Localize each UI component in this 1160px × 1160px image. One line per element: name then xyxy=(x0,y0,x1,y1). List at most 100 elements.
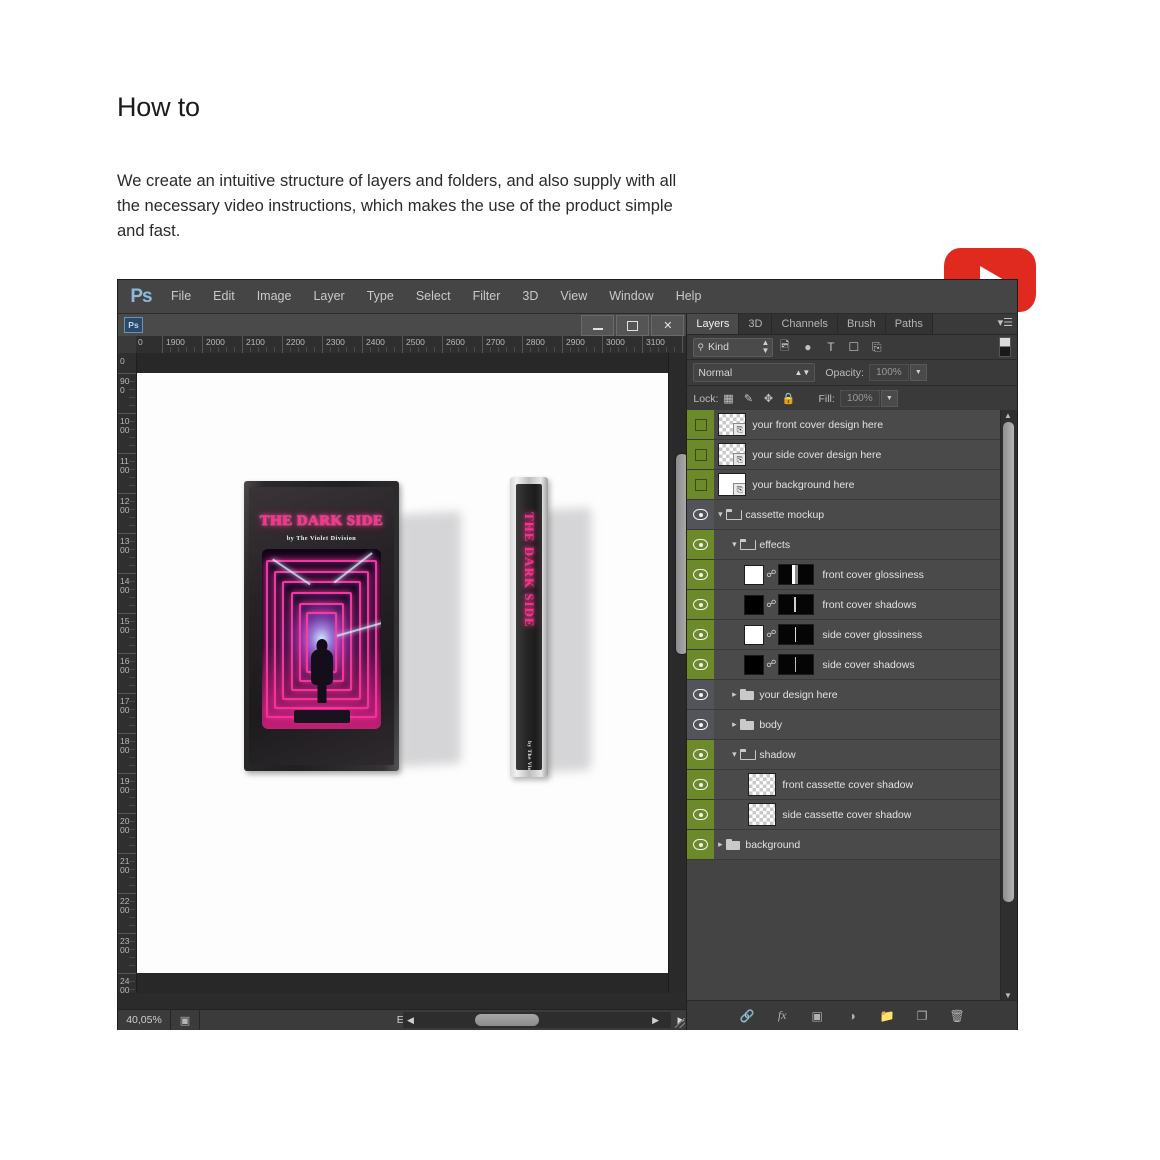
layer-row[interactable]: ☍ front cover glossiness xyxy=(687,560,1017,590)
hscroll-left-arrow[interactable]: ◀ xyxy=(407,1015,414,1026)
layer-mask-icon[interactable]: ▣ xyxy=(809,1009,825,1023)
smart-object-icon[interactable]: ⎘ xyxy=(865,337,888,357)
layer-visibility-eye-icon[interactable] xyxy=(687,770,715,799)
panel-scroll-thumb[interactable] xyxy=(1003,422,1014,902)
lock-position-icon[interactable]: ✥ xyxy=(758,392,778,405)
layer-visibility-eye-icon[interactable] xyxy=(687,530,715,559)
menu-item-window[interactable]: Window xyxy=(598,280,664,313)
layer-row[interactable]: ▸ body xyxy=(687,710,1017,740)
canvas-vertical-scrollbar[interactable] xyxy=(668,353,690,993)
layer-thumbnail[interactable]: ⎘ xyxy=(718,473,747,496)
tab-brush[interactable]: Brush xyxy=(837,314,886,334)
close-button[interactable]: ✕ xyxy=(651,315,685,336)
layer-thumbnail[interactable] xyxy=(748,773,777,796)
adjustment-layer-icon[interactable]: ◑ xyxy=(844,1009,860,1023)
fill-dropdown-icon[interactable]: ▼ xyxy=(880,390,898,407)
type-layer-icon[interactable]: T xyxy=(819,337,842,357)
tab-3d[interactable]: 3D xyxy=(739,314,773,334)
layer-row[interactable]: ▸ your design here xyxy=(687,680,1017,710)
layer-row[interactable]: side cassette cover shadow xyxy=(687,800,1017,830)
layer-visibility-eye-icon[interactable] xyxy=(687,500,715,529)
layer-row[interactable]: ▾ shadow xyxy=(687,740,1017,770)
mask-link-icon[interactable]: ☍ xyxy=(764,599,778,610)
opacity-value[interactable]: 100% xyxy=(868,364,909,381)
horizontal-ruler[interactable]: 0 1900 2000 2100 2200 2300 2400 2500 260… xyxy=(118,336,687,354)
blend-mode-select[interactable]: Normal ▲▼ xyxy=(693,363,816,382)
layer-row[interactable]: ▾ effects xyxy=(687,530,1017,560)
chevron-down-icon[interactable]: ▾ xyxy=(714,509,726,520)
shape-layer-icon[interactable]: ☐ xyxy=(842,337,865,357)
menu-item-image[interactable]: Image xyxy=(246,280,303,313)
layer-thumbnail[interactable]: ⎘ xyxy=(718,443,747,466)
layer-row[interactable]: front cassette cover shadow xyxy=(687,770,1017,800)
layer-visibility-eye-icon[interactable] xyxy=(687,740,715,769)
tab-layers[interactable]: Layers xyxy=(687,314,740,334)
chevron-right-icon[interactable]: ▸ xyxy=(728,719,740,730)
layer-row[interactable]: ▸ background xyxy=(687,830,1017,860)
layer-mask-thumbnail[interactable] xyxy=(778,594,815,615)
resize-grip[interactable] xyxy=(675,1018,685,1028)
layer-style-icon[interactable]: fx xyxy=(774,1008,790,1023)
layer-visibility-eye-icon[interactable] xyxy=(687,560,715,589)
menu-item-help[interactable]: Help xyxy=(665,280,713,313)
lock-image-icon[interactable]: ✎ xyxy=(738,392,758,405)
panel-scrollbar[interactable]: ▲ ▼ xyxy=(1000,410,1017,1001)
link-layers-icon[interactable]: 🔗 xyxy=(739,1009,755,1023)
layer-visibility-eye-icon[interactable] xyxy=(687,590,715,619)
lock-transparency-icon[interactable]: ▦ xyxy=(718,392,738,405)
layer-visibility-checkbox[interactable] xyxy=(687,410,715,439)
menu-item-edit[interactable]: Edit xyxy=(202,280,246,313)
tab-channels[interactable]: Channels xyxy=(772,314,838,334)
layer-visibility-eye-icon[interactable] xyxy=(687,710,715,739)
layer-visibility-eye-icon[interactable] xyxy=(687,800,715,829)
layer-visibility-eye-icon[interactable] xyxy=(687,830,715,859)
mask-link-icon[interactable]: ☍ xyxy=(764,659,778,670)
new-layer-icon[interactable]: ❐ xyxy=(914,1009,930,1023)
layer-visibility-eye-icon[interactable] xyxy=(687,650,715,679)
pixel-layer-icon[interactable]: 🖻 xyxy=(773,337,796,357)
chevron-right-icon[interactable]: ▸ xyxy=(714,839,726,850)
opacity-dropdown-icon[interactable]: ▼ xyxy=(909,364,927,381)
layer-visibility-checkbox[interactable] xyxy=(687,440,715,469)
chevron-right-icon[interactable]: ▸ xyxy=(728,689,740,700)
tab-paths[interactable]: Paths xyxy=(885,314,933,334)
chevron-down-icon[interactable]: ▾ xyxy=(728,539,740,550)
layer-thumbnail[interactable] xyxy=(748,803,777,826)
zoom-level[interactable]: 40,05% xyxy=(118,1014,170,1026)
menu-item-type[interactable]: Type xyxy=(356,280,405,313)
menu-item-view[interactable]: View xyxy=(549,280,598,313)
layer-mask-thumbnail[interactable] xyxy=(778,624,815,645)
layer-row[interactable]: ☍ front cover shadows xyxy=(687,590,1017,620)
panel-menu-icon[interactable]: ▾☰ xyxy=(998,318,1013,329)
fill-value[interactable]: 100% xyxy=(839,390,880,407)
adjustment-layer-icon[interactable]: ● xyxy=(796,337,819,357)
layer-row[interactable]: ▾ cassette mockup xyxy=(687,500,1017,530)
layer-row[interactable]: ☍ side cover glossiness xyxy=(687,620,1017,650)
vertical-ruler[interactable]: 0 900 1000 1100 1200 1300 1400 1500 1600… xyxy=(118,353,137,993)
layer-row[interactable]: ⎘ your background here xyxy=(687,470,1017,500)
layer-mask-thumbnail[interactable] xyxy=(778,564,815,585)
layer-visibility-checkbox[interactable] xyxy=(687,470,715,499)
mask-link-icon[interactable]: ☍ xyxy=(764,569,778,580)
menu-item-select[interactable]: Select xyxy=(405,280,462,313)
layer-list[interactable]: ⎘ your front cover design here ⎘ your side … xyxy=(687,410,1017,1001)
chevron-down-icon[interactable]: ▾ xyxy=(728,749,740,760)
hscroll-right-arrow[interactable]: ▶ xyxy=(652,1015,659,1026)
canvas-viewport[interactable]: THE DARK SIDE by The Violet Division THE… xyxy=(137,353,669,993)
layer-thumbnail[interactable] xyxy=(744,564,765,585)
minimize-button[interactable] xyxy=(581,315,615,336)
panel-scroll-up-arrow[interactable]: ▲ xyxy=(1004,411,1012,420)
maximize-button[interactable] xyxy=(616,315,650,336)
layer-filter-kind-select[interactable]: ⚲ Kind ▲ ▼ xyxy=(693,337,774,357)
layer-mask-thumbnail[interactable] xyxy=(778,654,815,675)
menu-item-layer[interactable]: Layer xyxy=(302,280,355,313)
canvas-horizontal-scrollbar[interactable]: ◀ ▶ xyxy=(403,1012,671,1028)
layer-visibility-eye-icon[interactable] xyxy=(687,680,715,709)
menu-item-filter[interactable]: Filter xyxy=(462,280,512,313)
layer-visibility-eye-icon[interactable] xyxy=(687,620,715,649)
layer-row[interactable]: ☍ side cover shadows xyxy=(687,650,1017,680)
layer-thumbnail[interactable] xyxy=(744,654,765,675)
menu-item-3d[interactable]: 3D xyxy=(511,280,549,313)
layer-thumbnail[interactable] xyxy=(744,624,765,645)
layer-thumbnail[interactable] xyxy=(744,594,765,615)
